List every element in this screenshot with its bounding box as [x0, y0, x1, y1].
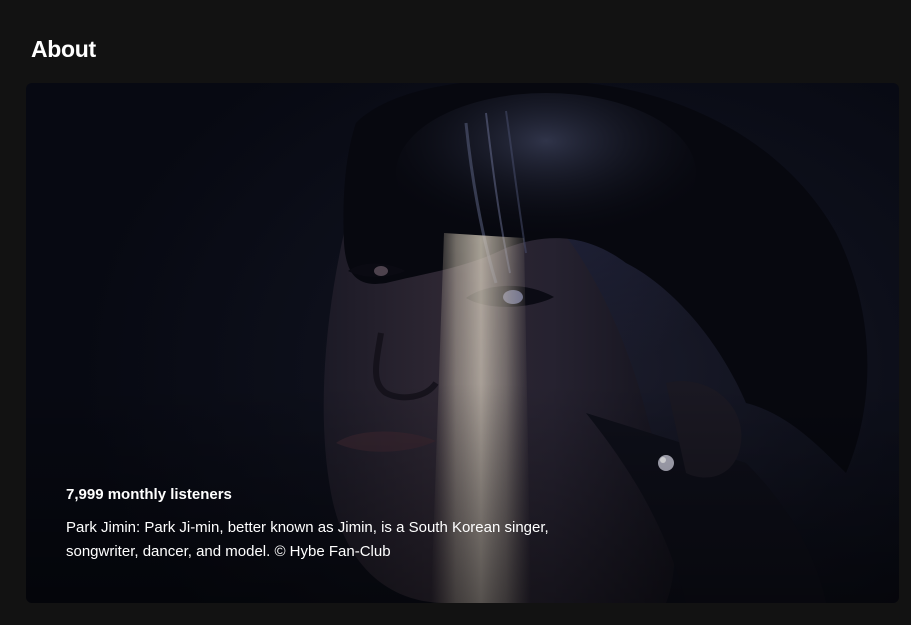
about-heading: About: [31, 36, 96, 62]
monthly-listeners: 7,999 monthly listeners: [66, 486, 232, 503]
artist-bio: Park Jimin: Park Ji-min, better known as…: [66, 519, 549, 560]
artist-page: About 7,999 monthly listeners Park Jimin…: [0, 0, 911, 625]
about-card[interactable]: 7,999 monthly listeners Park Jimin: Park…: [26, 83, 899, 603]
